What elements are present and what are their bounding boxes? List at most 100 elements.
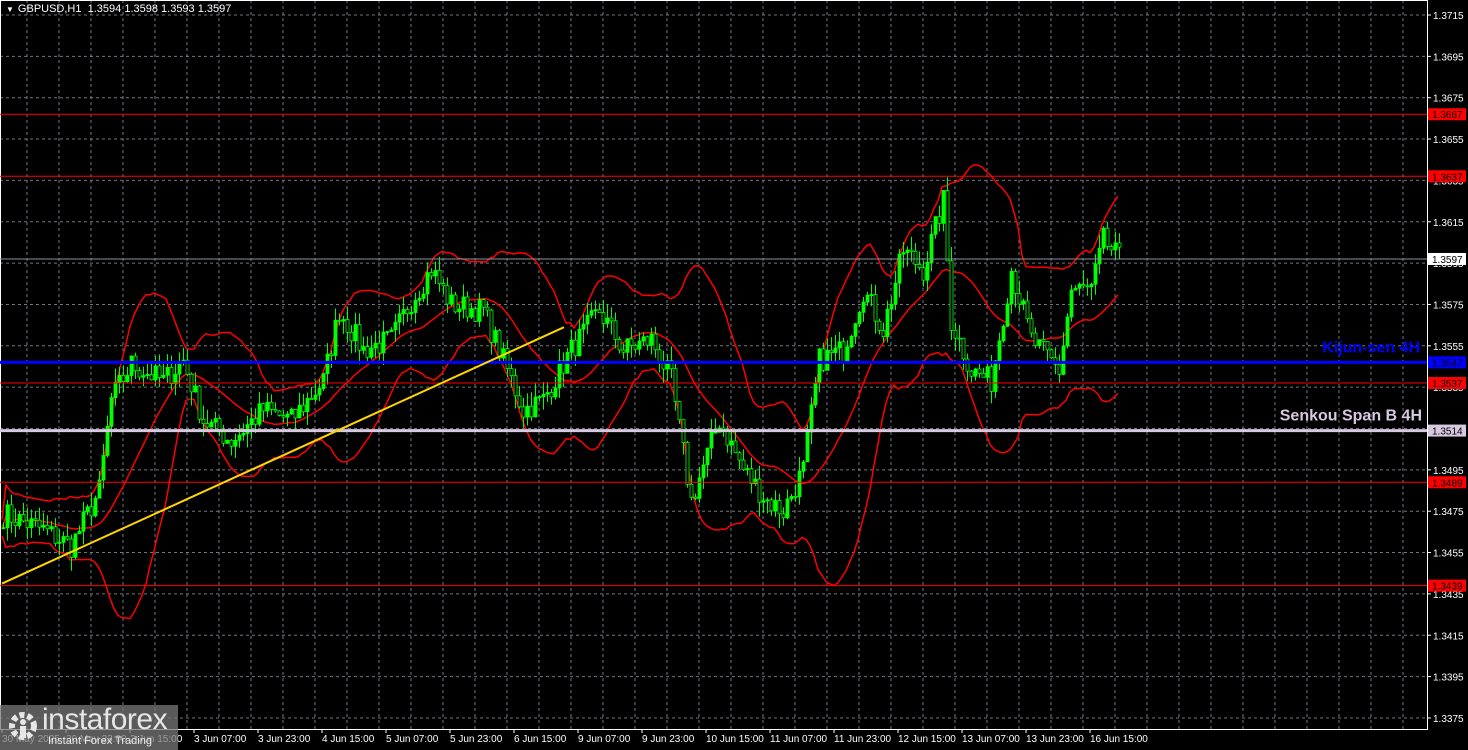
candle-body: [49, 526, 54, 530]
candle-body: [677, 401, 682, 421]
candle-body: [901, 252, 906, 255]
candle-body: [693, 496, 698, 499]
current-price-price-label: 1.3597: [1432, 255, 1463, 266]
candle-body: [285, 413, 290, 418]
candle-body: [917, 264, 922, 269]
candle-body: [261, 403, 266, 412]
candle-body: [237, 434, 242, 441]
candle-body: [117, 374, 122, 383]
candle-body: [413, 299, 418, 313]
candle-body: [817, 348, 822, 384]
candle-body: [841, 341, 846, 362]
chart-title: ▼ GBPUSD,H1 1.3594 1.3598 1.3593 1.3597: [6, 3, 231, 15]
candle-body: [429, 272, 434, 277]
candle-body: [781, 513, 786, 519]
candle-body: [269, 401, 274, 410]
candle-body: [13, 521, 18, 527]
logo-name: instaforex: [42, 703, 168, 736]
candle-body: [93, 497, 98, 517]
x-tick-label: 4 Jun 15:00: [322, 734, 375, 745]
kijun-sen-price-label: 1.3547: [1432, 358, 1463, 369]
candle-body: [1001, 325, 1006, 342]
candle-body: [473, 308, 478, 322]
x-tick-label: 12 Jun 15:00: [898, 734, 956, 745]
candle-body: [725, 429, 730, 446]
candle-body: [697, 477, 702, 499]
candle-body: [465, 296, 470, 318]
candle-body: [57, 541, 62, 544]
candle-body: [553, 387, 558, 398]
candle-body: [653, 333, 658, 351]
candle-body: [861, 301, 866, 313]
candle-body: [353, 324, 358, 342]
ohlc-readout: 1.3594 1.3598 1.3593 1.3597: [87, 3, 232, 15]
candle-body: [589, 310, 594, 316]
candle-body: [1081, 284, 1086, 287]
instaforex-logo: instaforex Instant Forex Trading: [0, 703, 178, 750]
price-chart[interactable]: 1.37151.36951.36751.36551.36351.36151.35…: [0, 0, 1468, 750]
candle-body: [177, 362, 182, 375]
candle-body: [741, 459, 746, 471]
candle-body: [137, 370, 142, 378]
y-tick-label: 1.3475: [1433, 507, 1464, 518]
y-tick-label: 1.3495: [1433, 466, 1464, 477]
candle-body: [277, 410, 282, 416]
candle-body: [201, 418, 206, 424]
candle-body: [961, 337, 966, 360]
candle-body: [41, 524, 46, 528]
candle-body: [805, 431, 810, 463]
candle-body: [577, 328, 582, 357]
senkou-span-b-price-label: 1.3514: [1432, 427, 1463, 438]
candle-body: [241, 433, 246, 436]
candle-body: [525, 405, 530, 418]
candle-body: [125, 375, 130, 383]
x-tick-label: 9 Jun 07:00: [578, 734, 631, 745]
candle-body: [193, 385, 198, 393]
candle-body: [801, 461, 806, 472]
dropdown-triangle-icon[interactable]: ▼: [6, 5, 14, 14]
candle-body: [785, 498, 790, 519]
candle-body: [1025, 300, 1030, 320]
candle-body: [761, 500, 766, 503]
candle-body: [957, 337, 962, 340]
candle-body: [993, 360, 998, 392]
candle-body: [357, 324, 362, 351]
candle-body: [529, 405, 534, 418]
candle-body: [481, 299, 486, 308]
candle-body: [909, 249, 914, 252]
candle-body: [573, 339, 578, 357]
candle-body: [265, 401, 270, 412]
x-tick-label: 6 Jun 15:00: [514, 734, 567, 745]
x-tick-label: 5 Jun 07:00: [386, 734, 439, 745]
candle-body: [289, 408, 294, 415]
candle-body: [425, 272, 430, 295]
candle-body: [989, 366, 994, 392]
candle-body: [1113, 242, 1118, 251]
candle-body: [541, 393, 546, 398]
candle-body: [305, 398, 310, 413]
candle-body: [1021, 300, 1026, 305]
level-support-price-label: 1.3439: [1432, 582, 1463, 593]
candle-body: [709, 431, 714, 449]
candle-body: [929, 233, 934, 263]
y-tick-label: 1.3575: [1433, 300, 1464, 311]
candle-body: [329, 353, 334, 356]
candle-body: [997, 340, 1002, 362]
level-support-price-label: 1.3537: [1432, 379, 1463, 390]
candle-body: [349, 331, 354, 342]
candle-body: [733, 440, 738, 454]
candle-body: [53, 526, 58, 544]
candle-body: [945, 190, 950, 262]
candle-body: [965, 358, 970, 372]
candle-body: [341, 319, 346, 322]
candle-body: [1069, 289, 1074, 318]
candle-body: [205, 423, 210, 428]
candle-body: [225, 439, 230, 444]
candle-body: [101, 455, 106, 481]
candle-body: [633, 345, 638, 350]
candle-body: [949, 260, 954, 331]
candle-body: [601, 312, 606, 324]
candle-body: [625, 338, 630, 353]
candle-body: [613, 320, 618, 340]
candle-body: [937, 216, 942, 224]
